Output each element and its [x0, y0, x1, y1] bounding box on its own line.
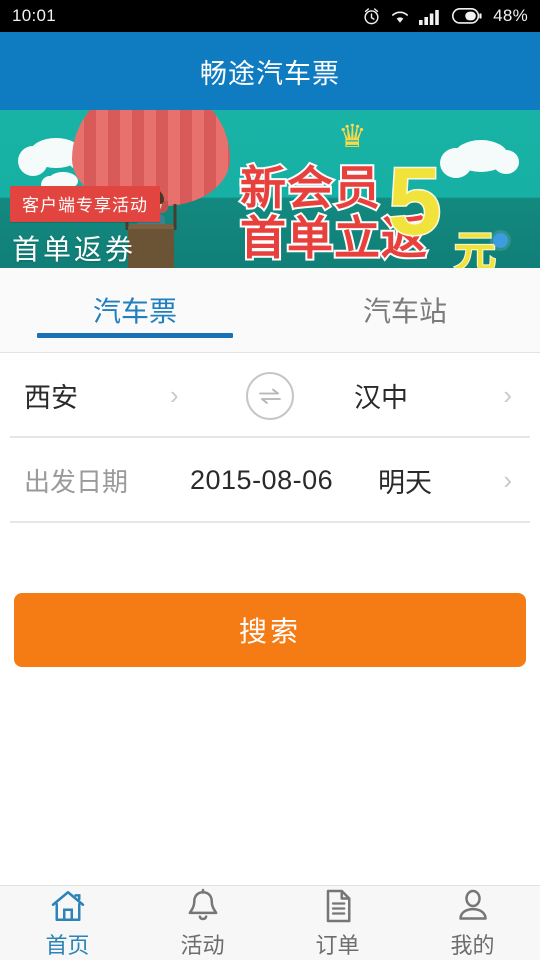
crown-icon: ♛	[338, 118, 367, 154]
banner-caption: 首单返券	[12, 234, 137, 265]
departure-city-value[interactable]: 西安	[24, 376, 78, 415]
chevron-right-icon: ›	[503, 380, 512, 410]
chevron-right-icon: ›	[503, 465, 512, 495]
alarm-icon	[364, 7, 379, 24]
promo-amount: 5	[386, 148, 442, 255]
departure-date-value: 2015-08-06	[190, 465, 334, 495]
status-time: 10:01	[12, 6, 57, 25]
departure-date-label: 出发日期	[24, 467, 129, 497]
home-icon	[51, 891, 84, 921]
row-divider	[10, 521, 530, 523]
tab-bar: 汽车票 汽车站	[0, 268, 540, 353]
departure-date-row[interactable]: 出发日期 2015-08-06 明天 ›	[0, 438, 540, 523]
document-icon	[326, 889, 350, 923]
tab-bus-station-label: 汽车站	[362, 296, 447, 327]
wifi-icon	[392, 10, 409, 23]
page-title: 畅途汽车票	[200, 58, 340, 89]
departure-date-relative: 明天	[378, 468, 432, 498]
promo-currency-unit: 元	[453, 227, 497, 268]
nav-item-orders-label: 订单	[315, 933, 360, 958]
nav-item-activity[interactable]: 活动	[135, 886, 270, 960]
chevron-right-icon: ›	[170, 380, 179, 410]
search-button-container: 搜索	[0, 523, 540, 667]
swap-cities-button[interactable]	[246, 371, 294, 420]
bottom-navigation: 首页 活动 订单 我的	[0, 885, 540, 960]
tab-bus-ticket[interactable]: 汽车票	[0, 268, 270, 352]
banner-promo-art: ♛ 新会员 首单立返 5 元	[238, 120, 497, 268]
search-button[interactable]: 搜索	[14, 593, 526, 667]
app-header: 畅途汽车票	[0, 32, 540, 110]
status-bar: 10:01 48%	[0, 0, 540, 32]
battery-icon	[452, 8, 482, 24]
nav-item-home-label: 首页	[45, 933, 90, 958]
city-selection-row: 西安 › 汉中 ›	[0, 353, 540, 438]
battery-percent: 48%	[493, 6, 528, 25]
signal-icon	[419, 9, 439, 25]
nav-item-home[interactable]: 首页	[0, 886, 135, 960]
banner-page-indicator[interactable]	[493, 233, 508, 248]
person-icon	[458, 889, 487, 920]
bell-icon	[188, 888, 217, 921]
nav-item-activity-label: 活动	[180, 933, 225, 958]
tab-bus-ticket-label: 汽车票	[92, 296, 177, 327]
nav-item-orders[interactable]: 订单	[270, 886, 405, 960]
status-icons: 48%	[362, 6, 528, 26]
arrival-city-value[interactable]: 汉中	[354, 376, 408, 415]
tab-bus-station[interactable]: 汽车站	[270, 268, 540, 352]
nav-item-profile[interactable]: 我的	[405, 886, 540, 960]
promo-banner[interactable]: 客户端专享活动 首单返券 ♛ 新会员 首单立返 5 元	[0, 110, 540, 268]
ticket-search-form: 西安 › 汉中 › 出发日期 2015-08-06 明天 › 搜索	[0, 353, 540, 667]
nav-item-profile-label: 我的	[450, 933, 495, 958]
swap-icon	[259, 388, 281, 404]
banner-tag: 客户端专享活动	[10, 186, 160, 222]
